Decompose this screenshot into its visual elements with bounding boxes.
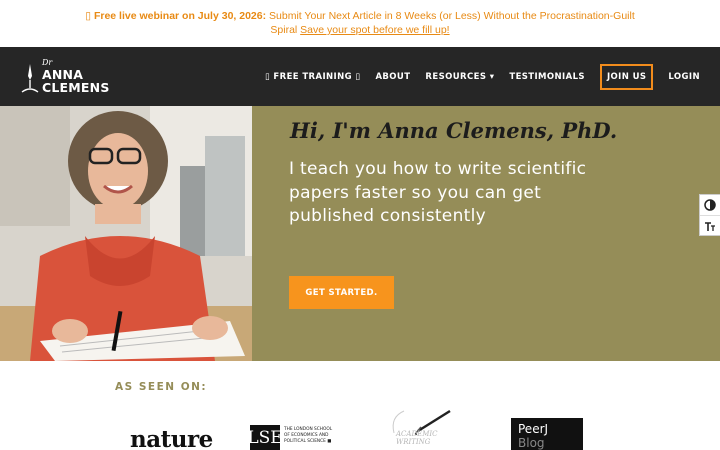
nav-testimonials[interactable]: TESTIMONIALS <box>509 72 585 82</box>
peerj-blog-logo: PeerJ Blog <box>511 418 583 450</box>
aw-line-1: ACADEMIC <box>396 430 438 438</box>
nav-free-training[interactable]: ▯ FREE TRAINING ▯ <box>265 72 360 82</box>
pen-icon <box>21 64 39 93</box>
hero-photo <box>0 106 252 361</box>
academic-writing-logo: ACADEMIC WRITING <box>388 407 454 450</box>
nav-menu: ▯ FREE TRAINING ▯ ABOUT RESOURCES ▾ TEST… <box>250 47 700 106</box>
announcement-link[interactable]: Save your spot before we fill up! <box>300 24 449 36</box>
academic-writing-wordmark: ACADEMIC WRITING <box>396 430 437 446</box>
hero-section: Hi, I'm Anna Clemens, PhD. I teach you h… <box>0 106 720 361</box>
peerj-line-1: PeerJ <box>518 422 549 436</box>
main-nav: Dr ANNA CLEMENS ▯ FREE TRAINING ▯ ABOUT … <box>0 47 720 106</box>
logo-name: ANNA CLEMENS <box>42 68 110 94</box>
font-size-glyph <box>705 221 715 231</box>
get-started-button[interactable]: GET STARTED. <box>289 276 394 309</box>
hero-tagline: I teach you how to write scientific pape… <box>289 159 587 226</box>
lse-line-3: POLITICAL SCIENCE ■ <box>284 439 332 444</box>
accessibility-toolbar <box>699 194 720 236</box>
aw-line-2: WRITING <box>396 438 431 446</box>
lightbulb-icon: ▯ <box>85 10 92 22</box>
nav-join-us-button[interactable]: JOIN US <box>599 63 654 90</box>
logo-line-2: CLEMENS <box>42 80 110 95</box>
as-seen-on-heading: AS SEEN ON: <box>115 381 208 393</box>
nav-login[interactable]: LOGIN <box>668 72 700 82</box>
announcement-bar: ▯ Free live webinar on July 30, 2026: Su… <box>0 0 720 47</box>
lse-wordmark: THE LONDON SCHOOL OF ECONOMICS AND POLIT… <box>284 425 332 450</box>
lse-mark: LSE <box>247 425 283 450</box>
logo-prefix: Dr <box>42 58 53 67</box>
font-size-icon[interactable] <box>700 215 720 235</box>
peerj-line-2: Blog <box>518 436 545 450</box>
hero-greeting: Hi, I'm Anna Clemens, PhD. <box>290 118 618 143</box>
lse-logo: LSE THE LONDON SCHOOL OF ECONOMICS AND P… <box>247 425 332 450</box>
nav-resources[interactable]: RESOURCES ▾ <box>425 72 494 82</box>
portrait-illustration <box>0 106 252 361</box>
hero-text-panel: Hi, I'm Anna Clemens, PhD. I teach you h… <box>252 106 720 361</box>
contrast-glyph <box>704 199 716 211</box>
announcement-bold: Free live webinar on July 30, 2026: <box>93 10 267 22</box>
site-logo[interactable]: Dr ANNA CLEMENS <box>20 58 110 96</box>
contrast-icon[interactable] <box>700 195 720 215</box>
nav-about[interactable]: ABOUT <box>375 72 410 82</box>
nature-logo: nature <box>130 426 213 450</box>
